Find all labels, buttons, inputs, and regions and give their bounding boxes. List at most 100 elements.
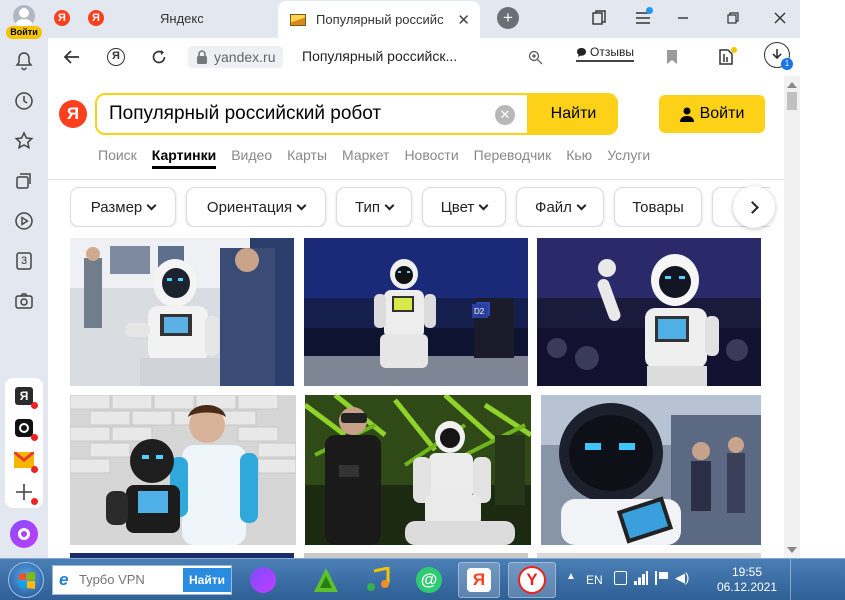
filter-color[interactable]: Цвет — [422, 187, 506, 227]
add-app-icon[interactable] — [12, 480, 38, 505]
search-box: ✕ Найти — [95, 93, 618, 135]
tab-active-search[interactable]: Популярный российс ✕ — [278, 1, 480, 38]
side-apps: Я — [5, 378, 43, 508]
nav-search[interactable]: Поиск — [98, 147, 137, 169]
pinned-tab-yandex-1[interactable]: Я — [54, 0, 80, 36]
taskbar-music-icon[interactable] — [357, 562, 399, 598]
page-scrollbar[interactable] — [784, 76, 800, 558]
minimize-icon[interactable] — [673, 8, 693, 28]
notification-dot — [31, 466, 38, 473]
close-window-icon[interactable] — [770, 8, 790, 28]
filter-size[interactable]: Размер — [70, 187, 176, 227]
nav-services[interactable]: Услуги — [607, 147, 650, 169]
image-result[interactable] — [70, 395, 296, 545]
keyboard-language[interactable]: EN — [586, 573, 603, 587]
chevron-down-icon — [576, 200, 587, 210]
show-desktop-button[interactable] — [790, 559, 800, 600]
url-domain[interactable]: yandex.ru — [188, 46, 284, 68]
taskbar-mail-icon[interactable]: @ — [408, 562, 450, 598]
bell-icon[interactable] — [12, 49, 36, 73]
image-result[interactable] — [541, 395, 761, 545]
nav-translator[interactable]: Переводчик — [474, 147, 552, 169]
taskbar-yandex-icon[interactable]: Y — [508, 562, 556, 598]
vpn-search-button[interactable]: Найти — [183, 568, 231, 592]
nav-market[interactable]: Маркет — [342, 147, 389, 169]
login-button[interactable]: Войти — [659, 95, 765, 133]
tab-yandex[interactable]: Я Яндекс — [88, 0, 238, 36]
tray-expand-icon[interactable]: ▲ — [566, 571, 576, 582]
reviews-button[interactable]: Отзывы — [576, 45, 634, 62]
clear-search-icon[interactable]: ✕ — [495, 105, 515, 125]
nav-news[interactable]: Новости — [404, 147, 458, 169]
filter-type[interactable]: Тип — [336, 187, 412, 227]
yandex-logo[interactable]: Я — [59, 100, 87, 128]
downloads-badge: 1 — [781, 58, 793, 70]
filter-label: Товары — [632, 198, 684, 216]
scroll-up-icon[interactable] — [787, 82, 797, 88]
video-icon[interactable] — [12, 209, 36, 233]
bookmark-flag-icon[interactable] — [660, 45, 684, 69]
restore-icon[interactable] — [723, 8, 743, 28]
close-tab-icon[interactable]: ✕ — [457, 11, 470, 29]
chevron-down-icon — [384, 200, 395, 210]
nav-maps[interactable]: Карты — [287, 147, 327, 169]
nav-images[interactable]: Картинки — [151, 147, 217, 169]
yandex-home-icon[interactable]: Я — [104, 45, 128, 69]
history-icon[interactable] — [12, 89, 36, 113]
image-result[interactable] — [537, 238, 761, 386]
network-icon[interactable] — [634, 571, 648, 585]
messenger-icon[interactable] — [12, 416, 38, 441]
notification-dot — [31, 434, 38, 441]
flag-icon[interactable] — [655, 571, 668, 585]
system-clock[interactable]: 19:55 06.12.2021 — [716, 565, 778, 595]
page-content: Я ✕ Найти Войти Поиск Картинки Видео Кар… — [48, 76, 784, 558]
mail-icon[interactable] — [12, 448, 38, 473]
zoom-icon[interactable] — [523, 45, 547, 69]
chevron-down-icon — [296, 200, 307, 210]
back-arrow-icon[interactable] — [60, 45, 84, 69]
bookmarks-icon[interactable] — [589, 8, 609, 28]
apps-counter-icon[interactable]: 3 — [12, 249, 36, 273]
protect-icon[interactable] — [714, 45, 738, 69]
new-tab-button[interactable]: + — [497, 7, 519, 29]
volume-icon[interactable]: ◀) — [675, 571, 689, 585]
yandex-app-icon[interactable]: Я — [12, 384, 38, 409]
filter-goods[interactable]: Товары — [614, 187, 702, 227]
robot-photo-6 — [541, 395, 761, 545]
search-button[interactable]: Найти — [527, 95, 616, 133]
taskbar-alice-icon[interactable] — [242, 562, 284, 598]
taskbar-yandex-browser-icon[interactable]: Я — [458, 562, 500, 598]
filter-orientation[interactable]: Ориентация — [186, 187, 326, 227]
download-arrow-icon — [772, 49, 782, 60]
user-profile[interactable]: Войти — [6, 5, 42, 39]
start-button[interactable] — [8, 562, 44, 598]
nav-video[interactable]: Видео — [231, 147, 272, 169]
alice-assistant-icon[interactable] — [10, 520, 38, 548]
lock-icon — [197, 50, 207, 64]
reload-icon[interactable] — [147, 45, 171, 69]
scroll-down-icon[interactable] — [787, 547, 797, 553]
star-icon[interactable] — [12, 129, 36, 153]
login-button-label: Войти — [699, 105, 745, 122]
collections-icon[interactable] — [12, 169, 36, 193]
menu-icon[interactable] — [633, 7, 653, 28]
taskbar-app-a-icon[interactable] — [305, 562, 347, 598]
services-nav: Поиск Картинки Видео Карты Маркет Новост… — [98, 147, 665, 169]
downloads-button[interactable]: 1 — [764, 42, 793, 70]
page-title-in-address[interactable]: Популярный российск... — [302, 48, 457, 64]
scroll-thumb[interactable] — [787, 92, 797, 110]
filters-scroll-right-button[interactable] — [733, 186, 775, 228]
tab-label: Яндекс — [160, 10, 204, 26]
search-input[interactable] — [109, 103, 489, 125]
image-result[interactable] — [70, 238, 294, 386]
image-result[interactable] — [305, 395, 531, 545]
filter-label: Ориентация — [206, 198, 293, 216]
filter-file[interactable]: Файл — [516, 187, 604, 227]
tray-device-icon[interactable] — [614, 571, 627, 585]
tray-icons: ◀) — [614, 571, 689, 585]
screenshot-icon[interactable] — [12, 289, 36, 313]
vpn-search-input[interactable] — [79, 572, 179, 587]
image-result[interactable]: D2 — [304, 238, 528, 386]
image-filters: Размер Ориентация Тип Цвет Файл Товары С — [70, 187, 770, 227]
nav-q[interactable]: Кью — [566, 147, 592, 169]
